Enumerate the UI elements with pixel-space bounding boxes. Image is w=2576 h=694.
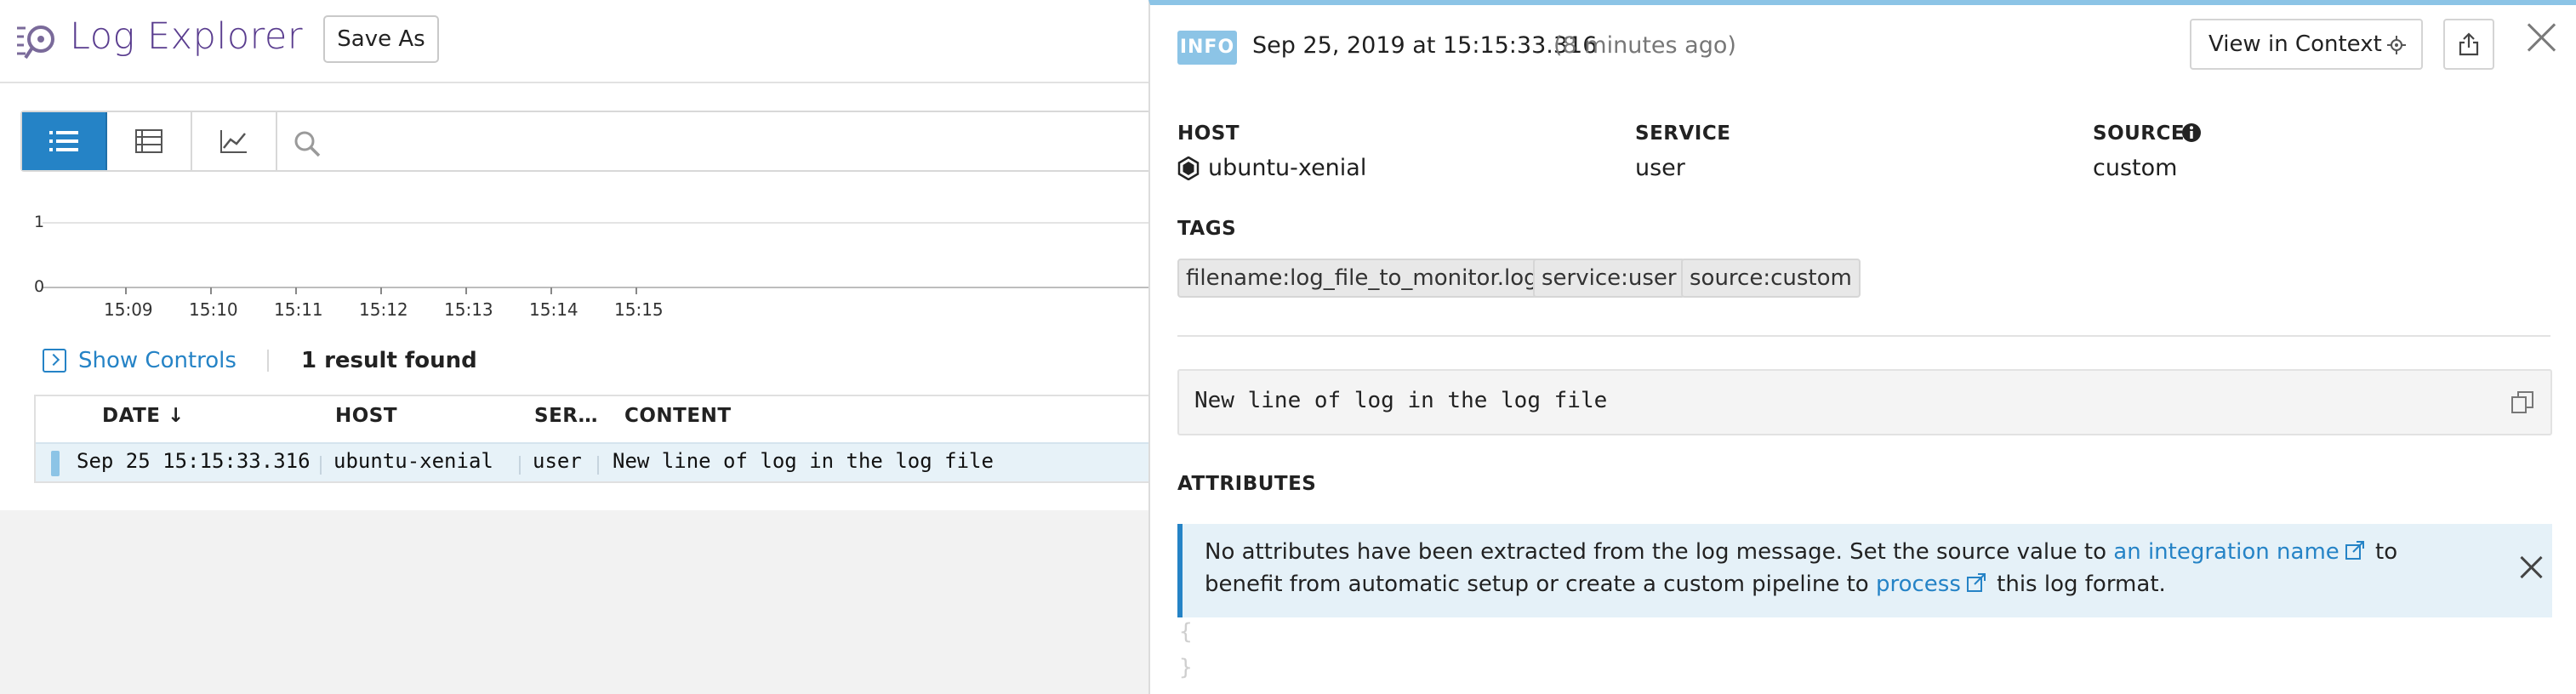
search-icon[interactable] (293, 129, 322, 158)
list-icon (49, 131, 78, 151)
column-header-host[interactable]: HOST (335, 405, 397, 427)
source-label: SOURCE (2093, 122, 2186, 145)
log-message: New line of log in the log file (1177, 369, 2552, 435)
x-tick-label: 15:14 (529, 299, 578, 320)
tag[interactable]: service:user (1533, 259, 1685, 298)
log-relative-time: (8 minutes ago) (1553, 32, 1736, 59)
list-view-button[interactable] (22, 112, 107, 170)
close-icon[interactable] (2523, 19, 2561, 56)
info-icon[interactable] (2181, 122, 2202, 143)
log-timestamp: Sep 25, 2019 at 15:15:33.316 (1252, 32, 1598, 59)
source-value[interactable]: custom (2093, 155, 2177, 181)
copy-icon[interactable] (2510, 390, 2535, 415)
cell-date: Sep 25 15:15:33.316 (77, 449, 311, 473)
cell-service: user (533, 449, 582, 473)
view-in-context-label: View in Context (2208, 31, 2382, 57)
expand-icon (43, 349, 66, 373)
column-divider (597, 456, 599, 475)
log-detail-panel: INFO Sep 25, 2019 at 15:15:33.316 (8 min… (1148, 0, 2576, 694)
table-icon (135, 129, 162, 153)
save-as-button[interactable]: Save As (323, 15, 439, 63)
log-volume-chart: 1 0 15:09 15:10 15:11 15:12 15:13 15:14 15:15 (34, 196, 1148, 323)
host-icon (1177, 156, 1200, 180)
pattern-view-button[interactable] (107, 112, 192, 170)
x-tick-label: 15:10 (189, 299, 238, 320)
target-icon (2387, 36, 2406, 54)
log-explorer: Log Explorer Save As 1 0 15:09 15:10 15:… (0, 0, 1150, 510)
column-header-service[interactable]: SER… (534, 405, 598, 427)
no-attributes-notice: No attributes have been extracted from t… (1177, 524, 2552, 617)
search-bar (20, 111, 1148, 172)
x-tick-label: 15:12 (359, 299, 408, 320)
column-divider (519, 456, 521, 475)
status-badge: INFO (1177, 31, 1237, 65)
column-divider (320, 456, 322, 475)
host-value[interactable]: ubuntu-xenial (1208, 155, 1366, 181)
show-controls-label: Show Controls (78, 348, 237, 373)
y-tick-label: 1 (34, 213, 45, 231)
x-tick-label: 15:11 (274, 299, 323, 320)
service-value[interactable]: user (1635, 155, 1685, 181)
x-tick-label: 15:13 (444, 299, 493, 320)
share-icon (2459, 32, 2479, 56)
table-row[interactable]: Sep 25 15:15:33.316 ubuntu-xenial user N… (36, 442, 1150, 481)
column-header-date[interactable]: DATE ↓ (102, 405, 185, 427)
share-button[interactable] (2443, 19, 2494, 70)
top-bar: Log Explorer Save As (0, 0, 1148, 83)
cell-host: ubuntu-xenial (333, 449, 493, 473)
service-label: SERVICE (1635, 122, 1731, 145)
notice-text-part: No attributes have been extracted from t… (1205, 539, 2114, 565)
log-explorer-icon (17, 26, 54, 60)
y-tick-label: 0 (34, 277, 45, 296)
notice-text-part: this log format. (1989, 572, 2166, 597)
controls-bar: Show Controls 1 result found (43, 345, 477, 376)
x-tick-label: 15:09 (104, 299, 153, 320)
log-message-text: New line of log in the log file (1194, 388, 1608, 413)
attributes-title: ATTRIBUTES (1177, 473, 1317, 495)
integration-name-link[interactable]: an integration name (2113, 539, 2339, 565)
json-brace-close: } (1179, 655, 1193, 680)
page-title: Log Explorer (70, 15, 304, 58)
tag[interactable]: source:custom (1681, 259, 1861, 298)
tags-label: TAGS (1177, 218, 1237, 240)
column-header-content[interactable]: CONTENT (624, 405, 732, 427)
x-tick-label: 15:15 (614, 299, 664, 320)
tag[interactable]: filename:log_file_to_monitor.log (1177, 259, 1547, 298)
separator (266, 350, 269, 372)
process-link[interactable]: process (1876, 572, 1961, 597)
status-indicator (51, 451, 60, 476)
host-label: HOST (1177, 122, 1240, 145)
show-controls-button[interactable]: Show Controls (43, 348, 237, 373)
analytics-view-button[interactable] (192, 112, 277, 170)
result-count: 1 result found (300, 348, 477, 373)
close-icon[interactable] (2516, 553, 2545, 582)
cell-content: New line of log in the log file (613, 449, 994, 473)
json-brace-open: { (1179, 619, 1193, 645)
log-table: DATE ↓ HOST SER… CONTENT Sep 25 15:15:33… (34, 395, 1150, 483)
external-link-icon[interactable] (1966, 572, 1986, 593)
external-link-icon[interactable] (2345, 540, 2365, 560)
view-in-context-button[interactable]: View in Context (2190, 19, 2423, 70)
notice-text: No attributes have been extracted from t… (1205, 536, 2447, 600)
line-chart-icon (220, 130, 247, 153)
divider (1177, 335, 2550, 337)
